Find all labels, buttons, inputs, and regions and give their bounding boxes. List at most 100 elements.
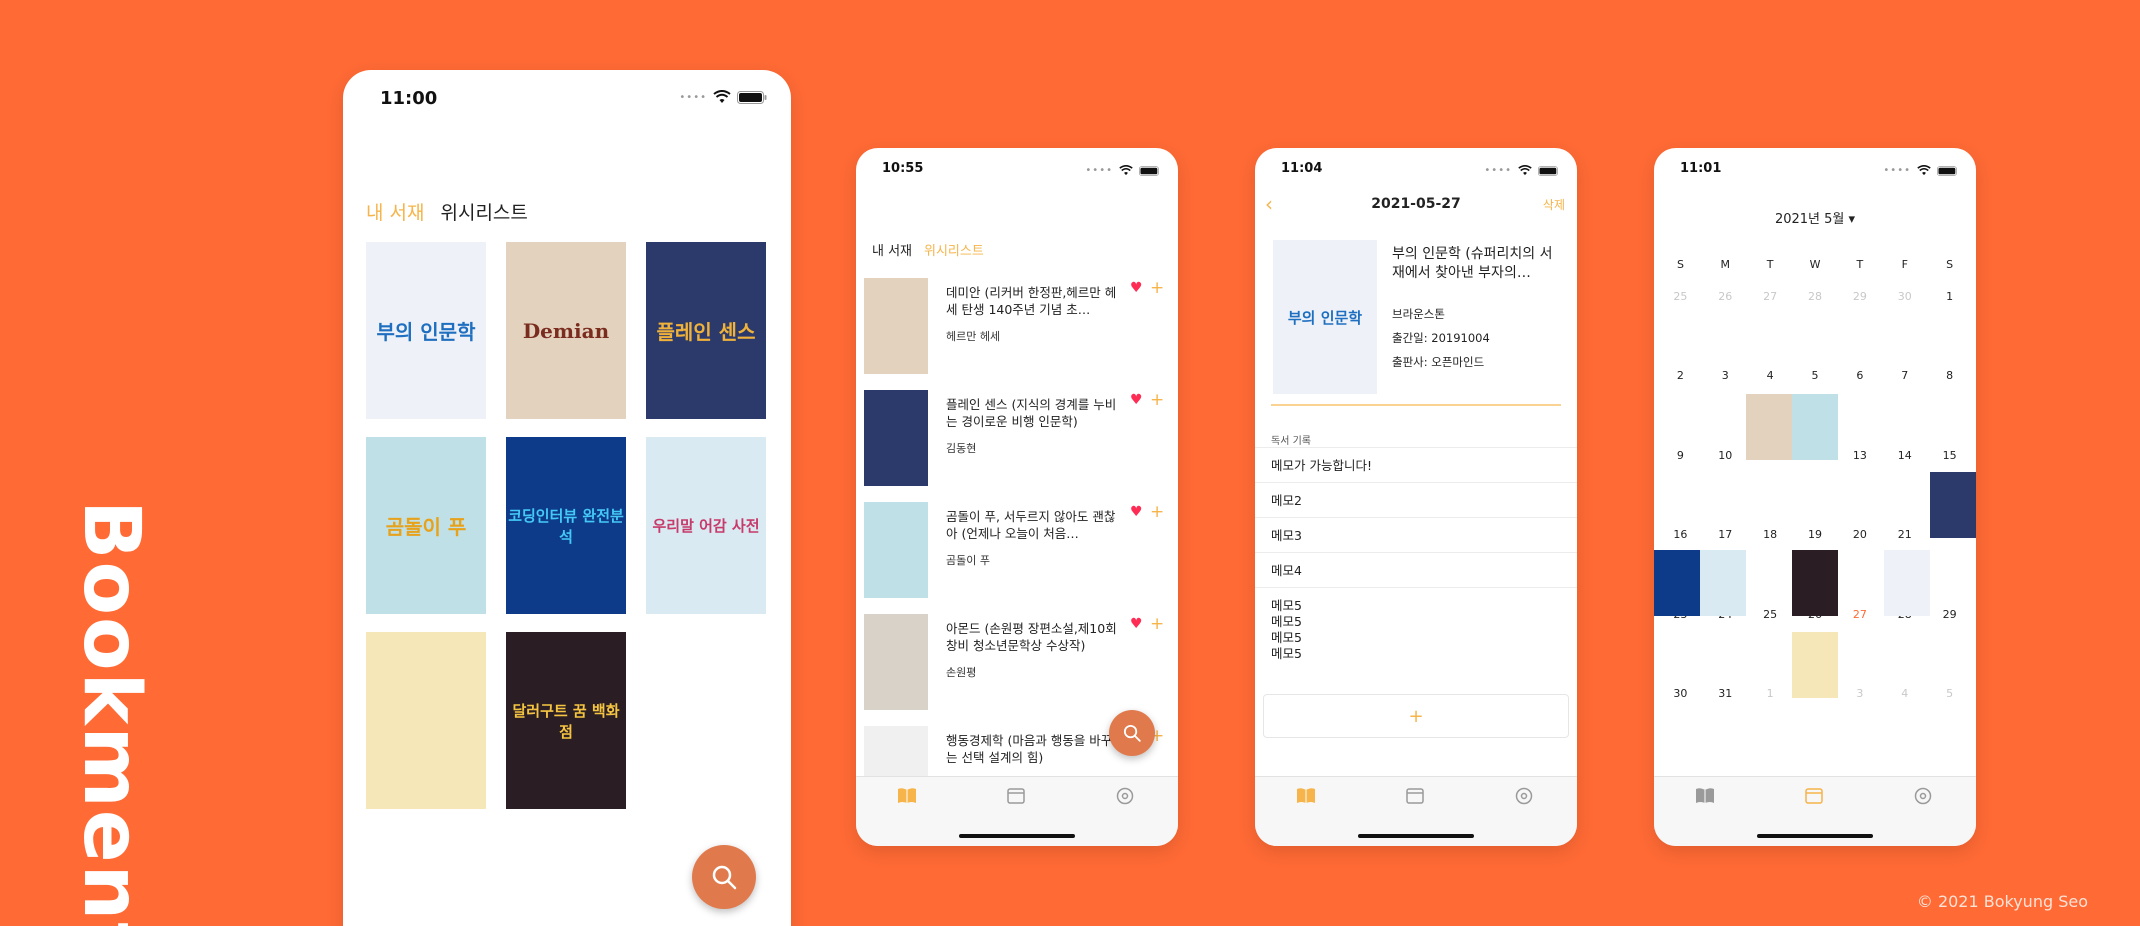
calendar-day[interactable]: 10 [1703,445,1748,524]
heart-icon[interactable]: ♥ [1130,616,1143,632]
calendar-day[interactable]: 27 [1837,604,1882,683]
calendar-book-thumbnail[interactable] [1700,550,1746,616]
battery-icon [1937,161,1959,180]
list-item[interactable]: 아몬드 (손원평 장편소설,제10회 창비 청소년문학상 수상작) 손원평 ♥ + [864,614,1170,714]
book-cover-title: 부의 인문학 [376,320,476,344]
calendar-day[interactable]: 5 [1927,683,1972,762]
tab-wishlist[interactable]: 위시리스트 [924,240,984,259]
calendar-day[interactable]: 8 [1927,365,1972,444]
calendar-book-thumbnail[interactable] [1654,550,1700,616]
calendar-day[interactable]: 28 [1793,286,1838,365]
list-item[interactable]: 플레인 센스 (지식의 경계를 누비는 경이로운 비행 인문학) 김동현 ♥ + [864,390,1170,490]
book-cover[interactable] [366,632,486,809]
book-title: 플레인 센스 (지식의 경계를 누비는 경이로운 비행 인문학) [946,397,1117,429]
calendar-day[interactable]: 1 [1748,683,1793,762]
calendar-day[interactable]: 9 [1658,445,1703,524]
add-icon[interactable]: + [1150,502,1164,522]
book-cover[interactable]: 달러구트 꿈 백화점 [506,632,626,809]
calendar-book-thumbnail[interactable] [1792,550,1838,616]
book-author: 브라운스톤 [1392,307,1445,321]
weekday-label: W [1809,258,1821,271]
book-title: 데미안 (리커버 한정판,헤르만 헤세 탄생 140주년 기념 초… [946,285,1117,317]
calendar-day[interactable]: 2 [1658,365,1703,444]
calendar-day[interactable]: 30 [1882,286,1927,365]
book-cover[interactable]: 우리말 어감 사전 [646,437,766,614]
search-icon [1123,724,1141,742]
heart-icon[interactable]: ♥ [1130,504,1143,520]
weekday-label: T [1856,258,1864,271]
memo-row[interactable]: 메모5 메모5 메모5 메모5 [1255,587,1577,672]
settings-icon[interactable] [1515,787,1535,807]
calendar-day[interactable]: 29 [1837,286,1882,365]
calendar-day[interactable]: 26 [1703,286,1748,365]
search-button[interactable] [1109,710,1155,756]
day-number: 20 [1852,528,1867,542]
calendar-day[interactable]: 25 [1748,604,1793,683]
list-item[interactable]: 데미안 (리커버 한정판,헤르만 헤세 탄생 140주년 기념 초… 헤르만 헤세… [864,278,1170,378]
calendar-day[interactable]: 3 [1703,365,1748,444]
calendar-book-thumbnail[interactable] [1746,394,1792,460]
calendar-day[interactable]: 25 [1658,286,1703,365]
heart-icon[interactable]: ♥ [1130,280,1143,296]
calendar-day[interactable]: 1 [1927,286,1972,365]
memo-detail-screen: 11:04 •••• ‹ 2021-05-27 삭제 부의 인문학 부의 인문학… [1255,148,1577,846]
calendar-icon[interactable] [1406,787,1426,807]
calendar-icon[interactable] [1007,787,1027,807]
book-cover[interactable]: Demian [506,242,626,419]
delete-button[interactable]: 삭제 [1543,196,1565,213]
home-indicator [1358,834,1474,838]
calendar-day[interactable]: 4 [1882,683,1927,762]
book-thumbnail [864,502,928,598]
settings-icon[interactable] [1116,787,1136,807]
add-icon[interactable]: + [1150,614,1164,634]
heart-icon[interactable]: ♥ [1130,392,1143,408]
book-icon[interactable] [1695,787,1715,807]
calendar-book-thumbnail[interactable] [1792,394,1838,460]
book-cover[interactable]: 곰돌이 푸 [366,437,486,614]
book-cover-title: 코딩인터뷰 완전분석 [508,506,624,546]
calendar-day[interactable]: 18 [1748,524,1793,603]
status-bar: 11:04 •••• [1255,148,1577,188]
wifi-icon [1917,161,1931,180]
calendar-day[interactable]: 13 [1837,445,1882,524]
calendar-day[interactable]: 29 [1927,604,1972,683]
book-icon[interactable] [897,787,917,807]
day-number: 4 [1766,369,1774,383]
tab-my-shelf[interactable]: 내 서재 [872,240,912,259]
calendar-day[interactable]: 6 [1837,365,1882,444]
calendar-day[interactable]: 3 [1837,683,1882,762]
list-item[interactable]: 곰돌이 푸, 서두르지 않아도 괜찮아 (언제나 오늘이 처음… 곰돌이 푸 ♥ + [864,502,1170,602]
calendar-day[interactable]: 14 [1882,445,1927,524]
book-cover[interactable]: 플레인 센스 [646,242,766,419]
tab-wishlist[interactable]: 위시리스트 [440,198,527,225]
calendar-day[interactable]: 27 [1748,286,1793,365]
status-time: 11:01 [1680,161,1722,176]
memo-row[interactable]: 메모가 가능합니다! [1255,447,1577,484]
book-cover[interactable]: 코딩인터뷰 완전분석 [506,437,626,614]
search-button[interactable] [692,845,756,909]
tab-my-shelf[interactable]: 내 서재 [366,198,424,225]
calendar-day[interactable]: 31 [1703,683,1748,762]
calendar-icon[interactable] [1805,787,1825,807]
memo-row[interactable]: 메모4 [1255,552,1577,589]
calendar-day[interactable]: 20 [1837,524,1882,603]
calendar-day[interactable]: 30 [1658,683,1703,762]
day-number: 1 [1946,290,1954,303]
add-icon[interactable]: + [1150,390,1164,410]
book-cover[interactable]: 부의 인문학 [366,242,486,419]
calendar-day[interactable]: 7 [1882,365,1927,444]
book-icon[interactable] [1296,787,1316,807]
wifi-icon [1518,161,1532,180]
copyright: © 2021 Bokyung Seo [1916,892,2088,911]
calendar-book-thumbnail[interactable] [1792,632,1838,698]
add-memo-button[interactable]: + [1263,694,1569,738]
month-picker[interactable]: 2021년 5월 ▾ [1654,208,1976,227]
day-number: 14 [1897,448,1912,462]
calendar-book-thumbnail[interactable] [1884,550,1930,616]
calendar-book-thumbnail[interactable] [1930,472,1976,538]
day-number: 15 [1942,448,1957,462]
settings-icon[interactable] [1914,787,1934,807]
add-icon[interactable]: + [1150,278,1164,298]
memo-row[interactable]: 메모3 [1255,517,1577,554]
memo-row[interactable]: 메모2 [1255,482,1577,519]
